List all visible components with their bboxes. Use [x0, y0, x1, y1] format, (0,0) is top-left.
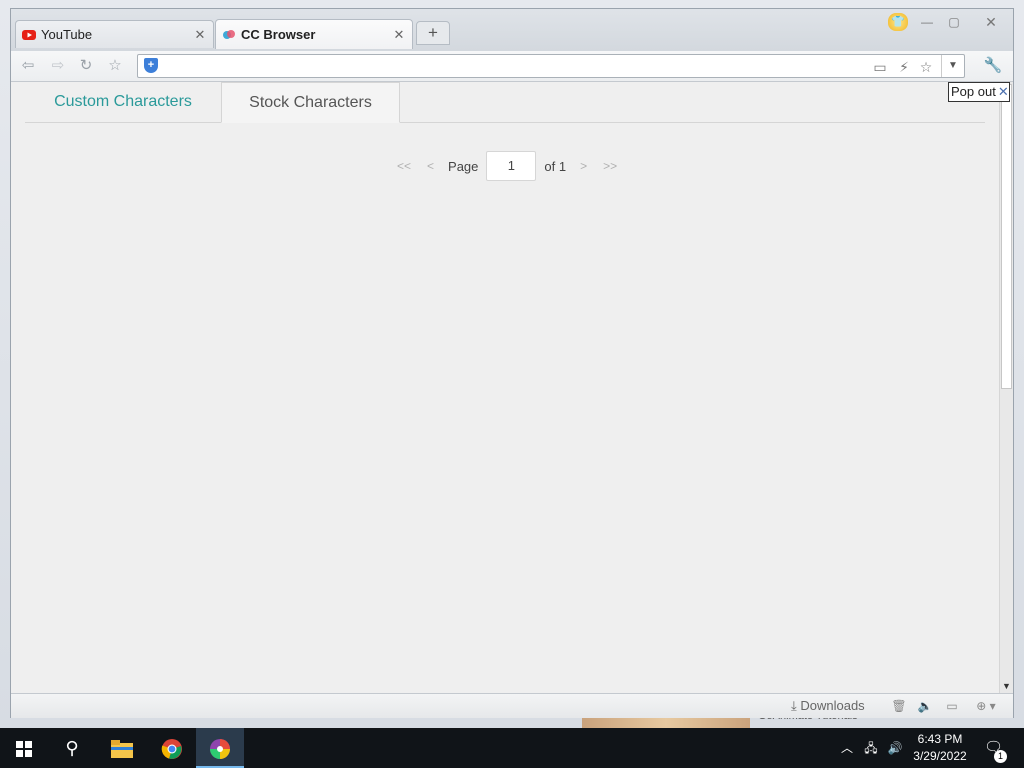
clock[interactable]: 6:43 PM 3/29/2022 [905, 731, 975, 765]
first-page-button[interactable]: << [397, 159, 411, 173]
search-icon[interactable]: ⚲ [48, 728, 96, 768]
trash-icon[interactable]: 🗑 [889, 697, 909, 715]
clock-date: 3/29/2022 [913, 749, 967, 763]
theme-shirt-icon[interactable]: 👕 [888, 13, 908, 31]
tab-stock-characters[interactable]: Stock Characters [221, 82, 400, 123]
speaker-icon[interactable]: 🔈 [915, 697, 935, 715]
pop-out-close-icon[interactable]: ✕ [998, 84, 1009, 99]
browser-window: YouTube ✕ CC Browser ✕ + 👕 — ▢ ✕ ⇦ ⇨ ↻ ☆… [10, 8, 1014, 718]
tab-youtube[interactable]: YouTube ✕ [15, 20, 214, 48]
downloads-label: Downloads [800, 698, 865, 713]
tab-custom-characters[interactable]: Custom Characters [25, 82, 221, 122]
chrome-icon[interactable] [148, 728, 196, 768]
volume-icon[interactable]: 🔊 [886, 740, 904, 756]
vertical-scrollbar[interactable]: ▼ [999, 82, 1013, 693]
download-icon: ⤓ [791, 698, 801, 713]
back-icon[interactable]: ⇦ [17, 55, 39, 77]
scroll-down-arrow-icon[interactable]: ▼ [1000, 679, 1013, 693]
forward-icon[interactable]: ⇨ [47, 55, 69, 77]
new-tab-button[interactable]: + [416, 21, 450, 45]
taskbar: ⚲ ︿ 🖧 🔊 6:43 PM 3/29/2022 🗨 1 [0, 728, 1024, 768]
colorful-app-icon[interactable] [196, 728, 244, 768]
reload-icon[interactable]: ↻ [75, 55, 97, 77]
clock-time: 6:43 PM [917, 732, 963, 746]
start-button-windows-icon[interactable] [0, 728, 48, 768]
page-total-label: of 1 [544, 158, 567, 174]
minimize-icon[interactable]: — [916, 14, 938, 30]
scrollbar-thumb[interactable] [1001, 84, 1012, 389]
pop-out-button[interactable]: Pop out ✕ [948, 82, 1010, 102]
wrench-menu-icon[interactable]: 🔧 [979, 55, 1007, 77]
tab-youtube-title: YouTube [41, 27, 93, 42]
pagination: << < Page 1 of 1 > >> [389, 150, 625, 182]
window-icon[interactable]: ▭ [942, 697, 962, 715]
pop-out-label: Pop out [951, 84, 996, 99]
tab-cc-browser-close-icon[interactable]: ✕ [392, 27, 406, 43]
screen-capture-icon[interactable]: ▭ [870, 57, 890, 77]
chevron-up-icon[interactable]: ︿ [838, 740, 856, 756]
tab-cc-browser-title: CC Browser [241, 27, 316, 42]
status-bar: ⤓ Downloads 🗑 🔈 ▭ ⊕ ▾ [11, 693, 1013, 718]
downloads-button[interactable]: ⤓ Downloads [791, 697, 865, 715]
cc-browser-icon [223, 29, 235, 39]
last-page-button[interactable]: >> [603, 159, 617, 173]
star-icon[interactable]: ☆ [916, 57, 936, 77]
file-explorer-icon[interactable] [98, 728, 146, 768]
next-page-button[interactable]: > [580, 159, 587, 173]
notification-count-badge: 1 [994, 750, 1007, 763]
address-dropdown-icon[interactable]: ▼ [941, 55, 964, 77]
youtube-icon [22, 29, 36, 40]
page-content: Custom Characters Stock Characters << < … [11, 82, 999, 693]
tab-cc-browser[interactable]: CC Browser ✕ [215, 19, 413, 49]
tab-strip: YouTube ✕ CC Browser ✕ + 👕 — ▢ ✕ [11, 9, 1013, 51]
tab-youtube-close-icon[interactable]: ✕ [193, 27, 207, 43]
close-window-icon[interactable]: ✕ [980, 14, 1002, 30]
address-bar[interactable]: + ▭ ⚡ ☆ ▼ [137, 54, 965, 78]
prev-page-button[interactable]: < [427, 159, 434, 173]
character-tabs: Custom Characters Stock Characters [25, 82, 985, 123]
shield-icon: + [144, 58, 158, 73]
network-icon[interactable]: 🖧 [862, 740, 880, 756]
flash-icon[interactable]: ⚡ [894, 57, 914, 77]
maximize-icon[interactable]: ▢ [943, 14, 965, 30]
zoom-icon[interactable]: ⊕ ▾ [971, 697, 1001, 715]
bookmark-star-icon[interactable]: ☆ [104, 55, 126, 77]
browser-toolbar: ⇦ ⇨ ↻ ☆ + ▭ ⚡ ☆ ▼ 🔧 [11, 51, 1013, 82]
page-number-input[interactable]: 1 [486, 151, 537, 181]
page-label: Page [448, 158, 479, 174]
